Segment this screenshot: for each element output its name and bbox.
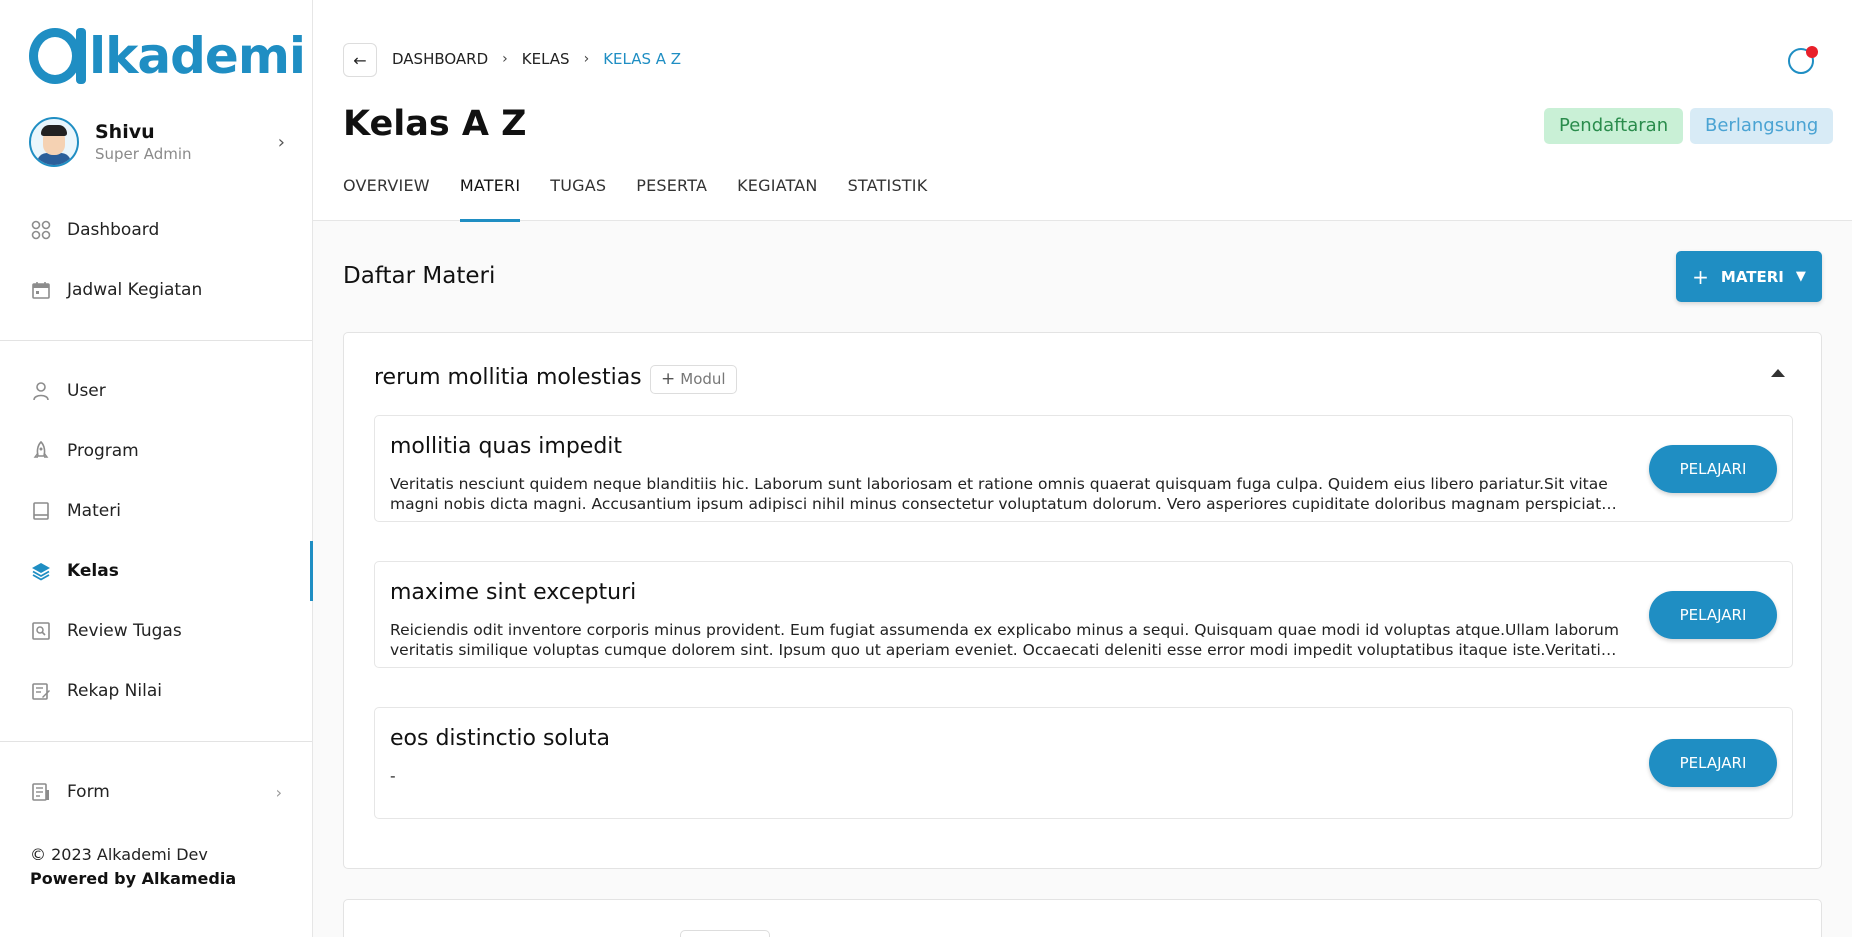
sidebar-item-label: Dashboard [67,220,160,240]
sidebar-item-user[interactable]: User [0,369,312,413]
tab-overview[interactable]: OVERVIEW [343,176,430,221]
breadcrumb: DASHBOARD › KELAS › KELAS A Z [392,50,681,68]
sidebar-item-label: Kelas [67,561,119,581]
profile-role: Super Admin [95,145,192,163]
status-badge-berlangsung: Berlangsung [1690,108,1834,144]
tab-tugas[interactable]: TUGAS [550,176,606,221]
sidebar-item-label: User [67,381,106,401]
lesson-title: mollitia quas impedit [390,434,623,459]
sidebar-item-materi[interactable]: Materi [0,489,312,533]
chevron-right-icon: › [277,132,285,153]
notification-dot [1806,46,1818,58]
sidebar-divider [0,741,312,742]
lesson-description: - [390,767,396,785]
logo-mark-icon [29,28,86,84]
chevron-right-icon: › [275,782,282,802]
collapse-up-icon[interactable] [1771,369,1785,377]
lesson-title: eos distinctio soluta [390,726,611,751]
add-modul-button[interactable]: + Modul [650,365,737,394]
footer-copyright: © 2023 Alkademi Dev [30,845,208,864]
dashboard-grid-icon [30,219,52,241]
section-title: Daftar Materi [343,263,496,289]
user-icon [30,380,52,402]
tab-statistik[interactable]: STATISTIK [848,176,928,221]
chevron-down-icon: ▼ [1795,269,1806,284]
module-card: rerum mollitia molestias + Modul mollitia… [343,332,1822,869]
calendar-icon [30,279,52,301]
logo-text: lkademi [89,27,306,85]
arrow-left-icon: ← [353,50,367,70]
add-modul-label: Modul [680,370,726,388]
form-icon [30,781,52,803]
tab-peserta[interactable]: PESERTA [636,176,707,221]
sidebar-item-label: Jadwal Kegiatan [67,280,203,300]
module-title: rerum mollitia molestias [374,365,642,390]
status-badge-pendaftaran: Pendaftaran [1544,108,1684,144]
tab-kegiatan[interactable]: KEGIATAN [737,176,817,221]
lesson-description: Reiciendis odit inventore corporis minus… [390,621,1619,659]
sidebar-item-form[interactable]: Form › [0,770,312,814]
page-header: ← DASHBOARD › KELAS › KELAS A Z Kelas A … [313,0,1852,222]
profile-menu[interactable]: Shivu Super Admin › [29,116,285,168]
module-card [343,899,1822,937]
sidebar-item-review-tugas[interactable]: Review Tugas [0,609,312,653]
sidebar: lkademi Shivu Super Admin › Dashboard Ja… [0,0,313,937]
chevron-right-icon: › [583,51,590,67]
chevron-right-icon: › [502,51,508,67]
sidebar-item-label: Form [67,782,110,802]
alkademi-logo[interactable]: lkademi [29,27,306,85]
edit-note-icon [30,680,52,702]
sidebar-item-label: Rekap Nilai [67,681,162,701]
plus-icon: + [1692,264,1709,289]
review-icon [30,620,52,642]
breadcrumb-kelas[interactable]: KELAS [522,50,570,68]
add-materi-button[interactable]: + MATERI ▼ [1676,251,1822,302]
back-button[interactable]: ← [343,43,377,77]
sidebar-item-label: Review Tugas [67,621,182,641]
sidebar-divider [0,340,312,341]
sidebar-item-dashboard[interactable]: Dashboard [0,208,312,252]
pelajari-button[interactable]: PELAJARI [1649,739,1777,787]
tab-materi[interactable]: MATERI [459,176,521,222]
sidebar-item-label: Program [67,441,139,461]
lesson-title: maxime sint excepturi [390,580,637,605]
add-modul-button[interactable] [680,930,770,937]
sidebar-item-label: Materi [67,501,121,521]
page-title: Kelas A Z [343,104,527,144]
tab-bar: OVERVIEW MATERI TUGAS PESERTA KEGIATAN S… [343,176,957,222]
plus-icon: + [661,369,676,389]
layers-icon [30,560,52,582]
sidebar-item-program[interactable]: Program [0,429,312,473]
lesson-card: eos distinctio soluta - PELAJARI [374,707,1793,819]
lesson-card: maxime sint excepturi Reiciendis odit in… [374,561,1793,668]
profile-name: Shivu [95,121,155,143]
sidebar-item-rekap-nilai[interactable]: Rekap Nilai [0,669,312,713]
footer-powered-by: Powered by Alkamedia [30,869,237,888]
lesson-card: mollitia quas impedit Veritatis nesciunt… [374,415,1793,522]
pelajari-button[interactable]: PELAJARI [1649,591,1777,639]
add-materi-label: MATERI [1720,267,1784,286]
sidebar-item-jadwal-kegiatan[interactable]: Jadwal Kegiatan [0,268,312,312]
rocket-icon [30,440,52,462]
sidebar-item-kelas[interactable]: Kelas [0,541,313,601]
lesson-description: Veritatis nesciunt quidem neque blanditi… [390,475,1614,513]
book-icon [30,500,52,522]
breadcrumb-dashboard[interactable]: DASHBOARD [392,50,488,68]
chat-notification-button[interactable] [1788,46,1818,76]
pelajari-button[interactable]: PELAJARI [1649,445,1777,493]
avatar [29,117,79,167]
breadcrumb-current: KELAS A Z [603,50,682,68]
